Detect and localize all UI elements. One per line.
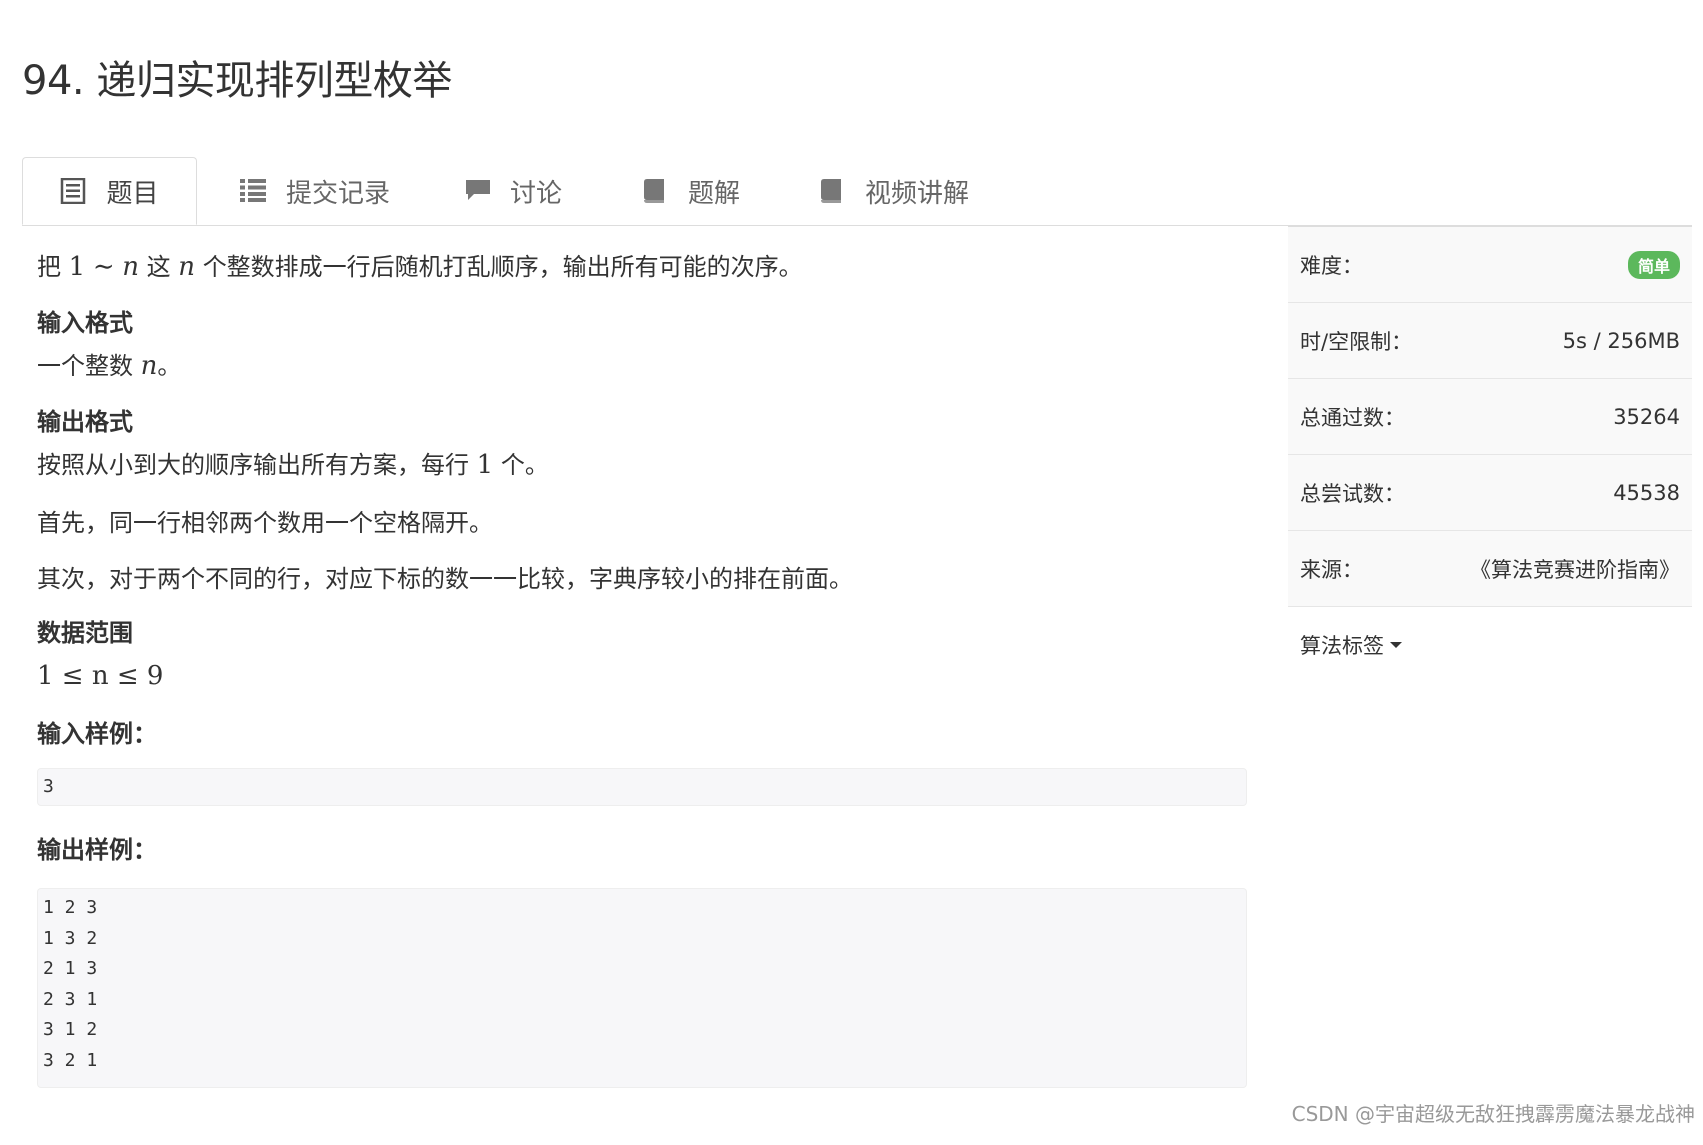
comment-icon: [464, 178, 492, 204]
output-format-text: 按照从小到大的顺序输出所有方案，每行 1 个。: [37, 450, 549, 480]
code-line: 2 1 3: [43, 958, 98, 979]
page-title: 94. 递归实现排列型枚举: [22, 58, 452, 104]
output-format-heading: 输出格式: [37, 408, 133, 436]
difficulty-row: 难度： 简单: [1288, 226, 1692, 302]
tab-solutions[interactable]: 题解: [642, 157, 740, 225]
difficulty-badge: 简单: [1627, 250, 1680, 279]
code-line: 1 2 3: [43, 897, 98, 918]
source-row: 来源： 《算法竞赛进阶指南》: [1288, 530, 1692, 606]
tab-discussion[interactable]: 讨论: [464, 157, 562, 225]
caret-down-icon: [1390, 641, 1402, 648]
input-format-heading: 输入格式: [37, 309, 133, 337]
data-range-expression: 1 ≤ n ≤ 9: [37, 661, 164, 691]
document-icon: [60, 177, 88, 205]
tab-label: 题目: [106, 178, 159, 209]
passed-row: 总通过数： 35264: [1288, 378, 1692, 454]
code-line: 3 2 1: [43, 1049, 98, 1071]
output-rule-2: 其次，对于两个不同的行，对应下标的数一一比较，字典序较小的排在前面。: [37, 565, 853, 593]
code-line: 3: [43, 776, 54, 797]
book-icon: [819, 178, 847, 204]
code-line: 2 3 1: [43, 988, 98, 1010]
sample-input-code[interactable]: 3: [37, 768, 1247, 806]
tab-video[interactable]: 视频讲解: [819, 157, 969, 225]
tab-label: 视频讲解: [865, 178, 970, 209]
tab-label: 讨论: [510, 178, 563, 209]
book-icon: [642, 178, 670, 204]
tab-label: 提交记录: [286, 178, 391, 209]
data-range-heading: 数据范围: [37, 619, 133, 647]
sample-input-heading: 输入样例：: [37, 720, 157, 748]
algorithm-tags-toggle[interactable]: 算法标签: [1288, 606, 1692, 682]
input-format-text: 一个整数 n。: [37, 351, 182, 381]
problem-info-sidebar: 难度： 简单 时/空限制： 5s / 256MB 总通过数： 35264 总尝试…: [1288, 226, 1692, 682]
csdn-watermark: CSDN @宇宙超级无敌狂拽霹雳魔法暴龙战神: [1291, 1102, 1695, 1126]
list-icon: [240, 178, 268, 204]
tab-problem[interactable]: 题目: [22, 157, 197, 225]
code-line: 3 1 2: [43, 1019, 98, 1040]
limit-row: 时/空限制： 5s / 256MB: [1288, 302, 1692, 378]
problem-description: 把 1 ∼ n 这 n 个整数排成一行后随机打乱顺序，输出所有可能的次序。: [37, 252, 803, 282]
tried-row: 总尝试数： 45538: [1288, 454, 1692, 530]
sample-output-code[interactable]: 1 2 3 1 3 2 2 1 3 2 3 1 3 1 2 3 2 1: [37, 888, 1247, 1088]
problem-content: 把 1 ∼ n 这 n 个整数排成一行后随机打乱顺序，输出所有可能的次序。 输入…: [37, 248, 1257, 1088]
tab-label: 题解: [688, 178, 741, 209]
code-line: 1 3 2: [43, 927, 98, 949]
problem-tabs: 题目 提交记录 讨论 题解 视频讲解: [22, 157, 1692, 226]
tab-submissions[interactable]: 提交记录: [240, 157, 390, 225]
sample-output-heading: 输出样例：: [37, 836, 157, 864]
output-rule-1: 首先，同一行相邻两个数用一个空格隔开。: [37, 509, 493, 537]
